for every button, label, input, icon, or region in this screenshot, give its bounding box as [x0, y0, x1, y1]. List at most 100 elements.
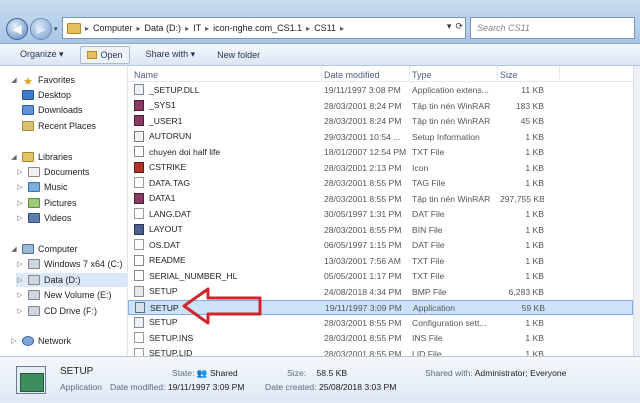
file-date-cell: 28/03/2001 8:55 PM: [324, 333, 402, 343]
recent-pages-dropdown-icon[interactable]: ▾: [54, 25, 60, 33]
column-header-type[interactable]: Type: [412, 66, 498, 82]
expand-icon[interactable]: ▷: [16, 307, 24, 315]
refresh-icon[interactable]: ⟳: [455, 21, 463, 32]
cfg-file-icon: [134, 316, 144, 328]
tag-file-icon: [134, 177, 144, 188]
file-name-cell: README: [134, 254, 314, 266]
expand-icon[interactable]: ▷: [10, 337, 18, 345]
breadcrumb-data-drive[interactable]: Data (D:): [145, 23, 182, 33]
collapse-icon[interactable]: ◢: [10, 76, 18, 84]
breadcrumb-computer[interactable]: Computer: [93, 23, 133, 33]
file-row[interactable]: DATA1 28/03/2001 8:55 PM Tập tin nén WinRA…: [128, 192, 633, 207]
file-row[interactable]: _USER1 28/03/2001 8:24 PM Tập tin nén WinR…: [128, 114, 633, 129]
file-date-cell: 24/08/2018 4:34 PM: [324, 286, 402, 297]
file-type-cell: BMP File: [412, 286, 447, 297]
file-row[interactable]: LAYOUT 28/03/2001 8:55 PM BIN File 1 KB: [128, 223, 633, 238]
nav-drive-f[interactable]: ▷ CD Drive (F:): [16, 304, 97, 318]
details-date-modified: Date modified: 19/11/1997 3:09 PM: [110, 382, 245, 392]
file-row[interactable]: chuyen doi half life 18/01/2007 12:54 PM T…: [128, 145, 633, 160]
file-size-cell: 1 KB: [525, 178, 544, 188]
rar-file-icon: [134, 115, 144, 126]
open-button[interactable]: Open: [79, 45, 130, 64]
file-row[interactable]: SETUP.INS 28/03/2001 8:55 PM INS File 1 KB: [128, 331, 633, 346]
expand-icon[interactable]: ▷: [16, 199, 24, 207]
nav-drive-c[interactable]: ▷ Windows 7 x64 (C:): [16, 257, 123, 271]
file-date-cell: 29/03/2001 10:54 ...: [324, 131, 401, 142]
nav-computer[interactable]: ◢ Computer: [10, 242, 78, 256]
file-row[interactable]: README 13/03/2001 7:56 AM TXT File 1 KB: [128, 254, 633, 269]
column-header-name[interactable]: Name: [134, 66, 322, 82]
expand-icon[interactable]: ▷: [16, 183, 24, 191]
file-date-cell: 05/05/2001 1:17 PM: [324, 271, 402, 281]
file-date-cell: 28/03/2001 2:13 PM: [324, 162, 402, 173]
file-row[interactable]: SERIAL_NUMBER_HL 05/05/2001 1:17 PM TXT Fi…: [128, 269, 633, 284]
file-row[interactable]: CSTRIKE 28/03/2001 2:13 PM Icon 1 KB: [128, 161, 633, 176]
file-row[interactable]: _SETUP.DLL 19/11/1997 3:08 PM Application …: [128, 83, 633, 98]
dat-file-icon: [134, 208, 144, 219]
organize-button[interactable]: Organize ▾: [14, 46, 70, 63]
nav-videos[interactable]: ▷ Videos: [16, 211, 71, 225]
column-header-date[interactable]: Date modified: [324, 66, 410, 82]
nav-pictures[interactable]: ▷ Pictures: [16, 196, 77, 210]
expand-icon[interactable]: ▷: [16, 214, 24, 222]
file-date-cell: 28/03/2001 8:55 PM: [324, 317, 402, 328]
collapse-icon[interactable]: ◢: [10, 153, 18, 161]
file-size-cell: 297,755 KB: [500, 193, 544, 204]
file-type-cell: Tập tin nén WinRAR: [412, 100, 491, 111]
share-with-button[interactable]: Share with ▾: [140, 46, 202, 63]
rar-file-icon: [134, 192, 144, 204]
file-row[interactable]: _SYS1 28/03/2001 8:24 PM Tập tin nén WinRA…: [128, 99, 633, 114]
file-size-cell: 1 KB: [525, 240, 544, 250]
nav-favorites[interactable]: ◢ ★ Favorites: [10, 73, 75, 88]
dll-file-icon: [134, 84, 144, 95]
file-row[interactable]: AUTORUN 29/03/2001 10:54 ... Setup Informa…: [128, 130, 633, 145]
file-type-cell: Icon: [412, 162, 429, 173]
file-row[interactable]: DATA.TAG 28/03/2001 8:55 PM TAG File 1 KB: [128, 176, 633, 191]
expand-icon[interactable]: ▷: [16, 168, 24, 176]
address-box[interactable]: ▸ Computer ▸ Data (D:) ▸ IT ▸ icon-nghe.…: [62, 17, 466, 39]
desktop-icon: [22, 90, 34, 100]
expand-icon[interactable]: ▷: [16, 291, 24, 299]
forward-button[interactable]: ▶: [30, 18, 52, 40]
nav-drive-e[interactable]: ▷ New Volume (E:): [16, 288, 112, 302]
bmp-file-icon: [134, 285, 144, 297]
computer-icon: [22, 244, 34, 254]
file-date-cell: 19/11/1997 3:09 PM: [325, 303, 402, 313]
file-name-cell: _SETUP.DLL: [134, 84, 314, 95]
file-name-cell: _USER1: [134, 115, 314, 126]
nav-desktop[interactable]: Desktop: [22, 88, 71, 102]
nav-recent-places[interactable]: Recent Places: [22, 119, 96, 133]
file-type-cell: Tập tin nén WinRAR: [412, 193, 491, 204]
vertical-scrollbar[interactable]: [633, 66, 640, 356]
txt-file-icon: [134, 254, 144, 266]
file-name-cell: SERIAL_NUMBER_HL: [134, 270, 314, 281]
file-size-cell: 1 KB: [525, 162, 544, 173]
back-button[interactable]: ◀: [6, 18, 28, 40]
nav-drive-d[interactable]: ▷ Data (D:): [16, 273, 128, 287]
breadcrumb-cs11[interactable]: CS11: [314, 23, 336, 33]
recent-places-icon: [22, 121, 34, 131]
address-dropdown-icon[interactable]: ▾: [447, 21, 452, 32]
file-date-cell: 28/03/2001 8:55 PM: [324, 178, 402, 188]
nav-documents[interactable]: ▷ Documents: [16, 165, 90, 179]
new-folder-button[interactable]: New folder: [211, 47, 266, 63]
breadcrumb-icon-nghe[interactable]: icon-nghe.com_CS1.1: [213, 23, 302, 33]
expand-icon[interactable]: ▷: [16, 276, 24, 284]
breadcrumb-it[interactable]: IT: [193, 23, 201, 33]
details-state: State: 👥 Shared: [172, 368, 238, 378]
star-icon: ★: [23, 76, 33, 88]
txt-file-icon: [134, 146, 144, 157]
column-header-size[interactable]: Size: [500, 66, 560, 82]
nav-libraries[interactable]: ◢ Libraries: [10, 150, 73, 164]
address-bar: ◀ ▶ ▾ ▸ Computer ▸ Data (D:) ▸ IT ▸ icon…: [0, 0, 640, 44]
file-row[interactable]: OS.DAT 06/05/1997 1:15 PM DAT File 1 KB: [128, 238, 633, 253]
expand-icon[interactable]: ▷: [16, 260, 24, 268]
search-input[interactable]: Search CS11: [470, 17, 635, 39]
nav-music[interactable]: ▷ Music: [16, 180, 68, 194]
nav-network[interactable]: ▷ Network: [10, 334, 71, 348]
details-shared-with: Shared with: Administrator; Everyone: [425, 368, 567, 378]
txt-file-icon: [134, 270, 144, 281]
file-row[interactable]: LANG.DAT 30/05/1997 1:31 PM DAT File 1 KB: [128, 207, 633, 222]
nav-downloads[interactable]: Downloads: [22, 103, 83, 117]
collapse-icon[interactable]: ◢: [10, 245, 18, 253]
